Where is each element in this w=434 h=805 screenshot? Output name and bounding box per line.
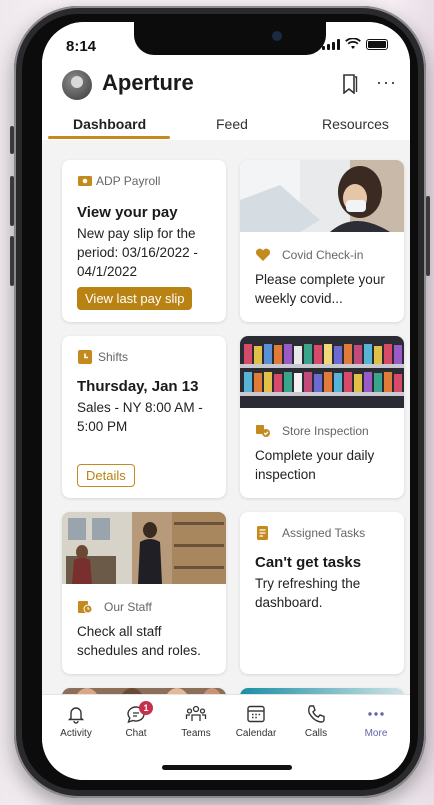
view-pay-slip-button[interactable]: View last pay slip xyxy=(77,287,193,310)
bottom-nav-bar: Activity 1 Chat Teams Calendar Calls Mor… xyxy=(42,694,410,780)
card-body: New pay slip for the period: 03/16/2022 … xyxy=(77,226,198,279)
card-body: Complete your daily inspection xyxy=(255,448,375,482)
staff-schedule-icon xyxy=(78,601,93,614)
payroll-icon xyxy=(78,176,92,186)
staff-photo xyxy=(62,512,226,584)
status-time: 8:14 xyxy=(66,38,97,55)
nav-activity[interactable]: Activity xyxy=(46,703,106,739)
store-inspection-card[interactable]: Store Inspection Complete your daily ins… xyxy=(240,336,404,498)
card-title: View your pay xyxy=(77,204,178,221)
card-label: ADP Payroll xyxy=(96,174,161,188)
nav-chat[interactable]: 1 Chat xyxy=(106,701,166,739)
covid-card[interactable]: Covid Check-in Please complete your week… xyxy=(240,160,404,322)
card-title: Thursday, Jan 13 xyxy=(77,378,199,395)
nav-label: Calendar xyxy=(235,728,277,739)
details-button[interactable]: Details xyxy=(77,464,135,487)
store-shelf-photo xyxy=(240,336,404,408)
nav-more[interactable]: More xyxy=(346,703,406,739)
inspection-icon xyxy=(256,425,270,437)
nav-teams[interactable]: Teams xyxy=(166,703,226,739)
tab-dashboard[interactable]: Dashboard xyxy=(73,116,146,132)
mute-switch xyxy=(10,126,14,154)
tasks-card[interactable]: Assigned Tasks Can't get tasks Try refre… xyxy=(240,512,404,674)
tab-resources[interactable]: Resources xyxy=(322,116,389,132)
nav-label: Teams xyxy=(181,728,211,739)
power-button xyxy=(426,196,430,276)
active-tab-indicator xyxy=(48,136,170,139)
dashboard-content: ADP Payroll View your pay New pay slip f… xyxy=(42,140,410,694)
phone-icon xyxy=(308,705,325,723)
notch xyxy=(134,22,326,55)
bell-icon xyxy=(67,707,85,724)
app-title: Aperture xyxy=(102,70,194,95)
nav-label: Calls xyxy=(304,728,328,739)
card-body: Check all staff schedules and roles. xyxy=(77,624,201,658)
bookmark-icon[interactable] xyxy=(342,74,358,94)
payroll-card[interactable]: ADP Payroll View your pay New pay slip f… xyxy=(62,160,226,322)
chat-badge: 1 xyxy=(139,701,153,715)
card-label: Assigned Tasks xyxy=(282,526,366,540)
card-title: Can't get tasks xyxy=(255,554,362,571)
card-body: Sales - NY 8:00 AM - 5:00 PM xyxy=(77,400,203,434)
card-label: Our Staff xyxy=(104,600,152,614)
battery-icon xyxy=(366,38,388,50)
calendar-icon xyxy=(247,705,265,723)
more-options-icon[interactable]: ··· xyxy=(376,72,397,93)
shifts-card[interactable]: Shifts Thursday, Jan 13 Sales - NY 8:00 … xyxy=(62,336,226,498)
card-body: Please complete your weekly covid... xyxy=(255,272,385,306)
card-label: Shifts xyxy=(98,350,129,364)
tab-feed[interactable]: Feed xyxy=(216,116,248,132)
card-body: Try refreshing the dashboard. xyxy=(255,576,361,610)
nav-label: Chat xyxy=(125,728,147,739)
covid-photo xyxy=(240,160,404,232)
clock-icon xyxy=(78,350,92,364)
nav-calls[interactable]: Calls xyxy=(286,703,346,739)
clipboard-icon xyxy=(257,526,268,540)
teams-icon xyxy=(185,705,207,721)
nav-label: Activity xyxy=(60,728,92,739)
home-indicator[interactable] xyxy=(162,765,292,770)
avatar[interactable] xyxy=(62,70,92,100)
wifi-icon xyxy=(345,38,361,49)
app-header: Aperture ··· Dashboard Feed Resources xyxy=(42,62,410,141)
staff-card[interactable]: Our Staff Check all staff schedules and … xyxy=(62,512,226,674)
card-label: Covid Check-in xyxy=(282,248,364,262)
nav-label: More xyxy=(364,728,388,739)
volume-down-button xyxy=(10,236,14,286)
card-label: Store Inspection xyxy=(282,424,369,438)
phone-screen: 8:14 Aperture ··· Dashboard Feed Resourc… xyxy=(42,22,410,780)
volume-up-button xyxy=(10,176,14,226)
nav-calendar[interactable]: Calendar xyxy=(226,703,286,739)
camera-icon xyxy=(272,31,282,41)
more-icon xyxy=(368,712,384,716)
heart-icon xyxy=(255,248,271,261)
